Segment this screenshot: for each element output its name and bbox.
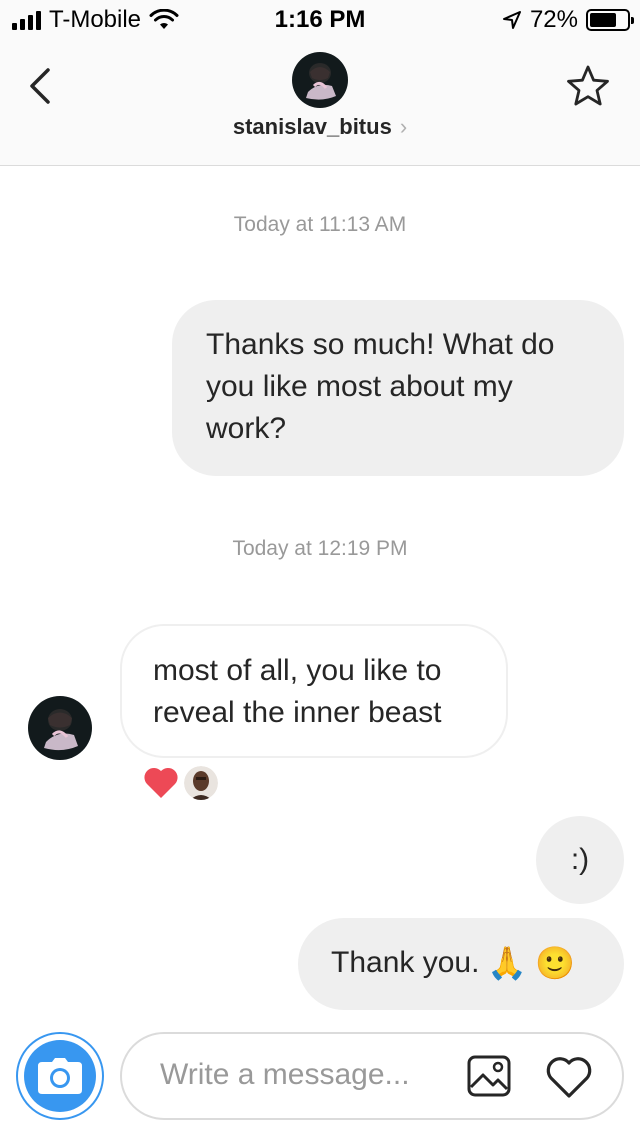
header-avatar[interactable] [292, 52, 348, 108]
message-bubble-sent[interactable]: Thank you. 🙏 🙂 [298, 918, 624, 1010]
battery-icon [586, 9, 634, 31]
message-line: Thanks so much! What do [206, 328, 555, 361]
battery-percent: 72% [529, 6, 578, 33]
message-bubble-received[interactable]: most of all, you like to reveal the inne… [120, 624, 508, 758]
chat-header: stanislav_bitus › [0, 40, 640, 166]
camera-button[interactable] [16, 1032, 104, 1120]
message-line: reveal the inner beast [153, 696, 442, 729]
smiling-face-emoji: 🙂 [535, 945, 576, 981]
message-text: :) [570, 843, 590, 876]
status-bar: T-Mobile 1:16 PM 72% [0, 0, 640, 40]
battery-fill [590, 13, 616, 27]
camera-button-fill [24, 1040, 96, 1112]
image-icon[interactable] [466, 1054, 512, 1098]
heart-icon[interactable] [142, 764, 180, 800]
username-row[interactable]: stanislav_bitus › [0, 114, 640, 140]
chevron-left-icon[interactable] [22, 64, 62, 108]
status-right: 72% [502, 6, 634, 34]
message-line: most of all, you like to [153, 654, 442, 687]
message-input[interactable]: Write a message... [120, 1032, 624, 1120]
sender-avatar[interactable] [28, 696, 92, 760]
chevron-right-icon: › [399, 114, 408, 139]
message-bubble-sent[interactable]: :) [536, 816, 624, 904]
folded-hands-emoji: 🙏 [487, 945, 528, 981]
heart-outline-icon[interactable] [544, 1054, 594, 1100]
message-input-placeholder: Write a message... [160, 1058, 410, 1091]
chat-username[interactable]: stanislav_bitus [233, 114, 392, 140]
timestamp: Today at 12:19 PM [232, 537, 408, 560]
message-line: you like most about my [206, 370, 513, 403]
message-bubble-sent[interactable]: Thanks so much! What do you like most ab… [172, 300, 624, 476]
message-line: work? [206, 412, 287, 445]
reactor-avatar [184, 766, 218, 800]
location-arrow-icon [502, 11, 521, 29]
timestamp: Today at 11:13 AM [233, 213, 407, 236]
star-outline-icon[interactable] [564, 62, 612, 110]
message-text: Thank you. [331, 946, 480, 979]
camera-icon [38, 1058, 82, 1094]
